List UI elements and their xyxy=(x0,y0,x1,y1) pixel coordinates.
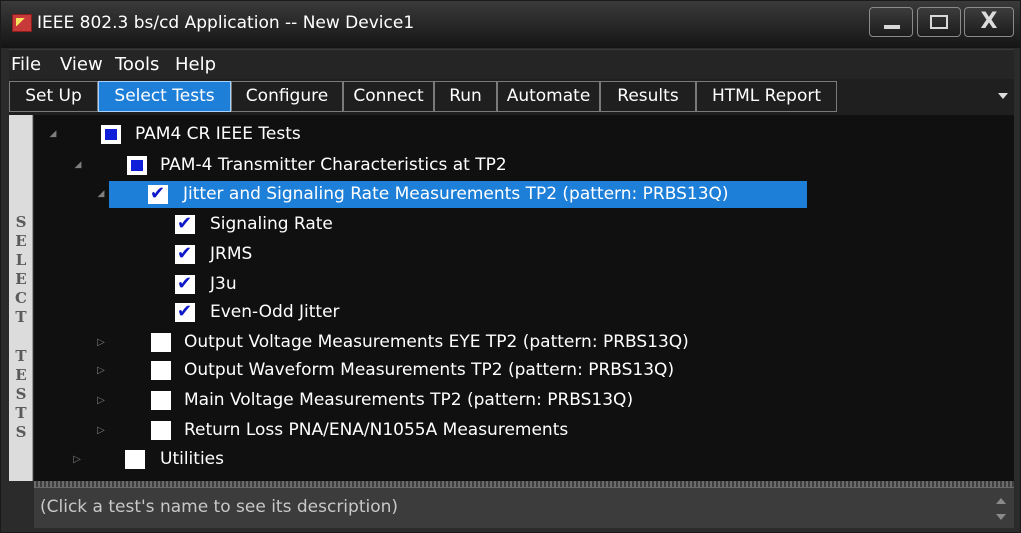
description-text: (Click a test's name to see its descript… xyxy=(40,497,399,517)
group-checkbox[interactable] xyxy=(127,156,147,175)
collapse-triangle-icon[interactable]: ◢ xyxy=(94,181,108,208)
tree-row-group[interactable]: ▷ Utilities xyxy=(34,446,1014,473)
tree-label[interactable]: PAM4 CR IEEE Tests xyxy=(135,121,301,148)
tree-row-subgroup[interactable]: ▷ Return Loss PNA/ENA/N1055A Measurement… xyxy=(34,417,1014,444)
expand-triangle-icon[interactable]: ▷ xyxy=(94,417,108,444)
test-checkbox[interactable] xyxy=(175,274,195,294)
side-label-letter: E xyxy=(15,366,27,384)
description-panel: (Click a test's name to see its descript… xyxy=(34,487,1014,528)
tree-label[interactable]: J3u xyxy=(210,271,237,298)
subgroup-checkbox[interactable] xyxy=(151,421,171,440)
tab-run[interactable]: Run xyxy=(434,81,497,112)
menu-view[interactable]: View xyxy=(60,54,103,75)
test-checkbox[interactable] xyxy=(175,214,195,234)
tree-label[interactable]: JRMS xyxy=(210,241,252,268)
subgroup-checkbox[interactable] xyxy=(151,361,171,380)
expand-triangle-icon[interactable]: ▷ xyxy=(94,357,108,384)
subgroup-checkbox[interactable] xyxy=(148,184,168,204)
tab-bar: Set Up Select Tests Configure Connect Ru… xyxy=(9,79,1014,115)
collapse-triangle-icon[interactable]: ◢ xyxy=(46,121,60,148)
tree-label[interactable]: Main Voltage Measurements TP2 (pattern: … xyxy=(184,387,633,414)
side-label-letter: L xyxy=(15,251,27,269)
tree-label[interactable]: Output Waveform Measurements TP2 (patter… xyxy=(184,357,674,384)
tab-connect[interactable]: Connect xyxy=(343,81,434,112)
tree-row-root[interactable]: ◢ PAM4 CR IEEE Tests xyxy=(34,121,1014,148)
test-tree: ◢ PAM4 CR IEEE Tests ◢ PAM-4 Transmitter… xyxy=(34,115,1014,481)
tree-row-subgroup[interactable]: ▷ Output Voltage Measurements EYE TP2 (p… xyxy=(34,329,1014,356)
tab-overflow-chevron-down-icon[interactable] xyxy=(998,93,1008,99)
title-bar[interactable]: IEEE 802.3 bs/cd Application -- New Devi… xyxy=(1,1,1020,48)
side-label-letter: T xyxy=(15,308,27,326)
side-label-letter: S xyxy=(15,213,27,231)
close-button[interactable]: X xyxy=(964,7,1014,37)
tree-row-subgroup[interactable]: ▷ Output Waveform Measurements TP2 (patt… xyxy=(34,357,1014,384)
collapse-triangle-icon[interactable]: ◢ xyxy=(71,152,85,179)
scroll-down-icon[interactable] xyxy=(996,514,1006,520)
tree-row-test[interactable]: Signaling Rate xyxy=(34,211,1014,238)
expand-triangle-icon[interactable]: ▷ xyxy=(94,387,108,414)
test-checkbox[interactable] xyxy=(175,302,195,322)
tree-label[interactable]: Signaling Rate xyxy=(210,211,333,238)
tree-row-test[interactable]: Even-Odd Jitter xyxy=(34,299,1014,326)
subgroup-checkbox[interactable] xyxy=(151,333,171,352)
menu-tools[interactable]: Tools xyxy=(115,54,159,75)
side-label-letter: T xyxy=(15,347,27,365)
tree-label[interactable]: Jitter and Signaling Rate Measurements T… xyxy=(183,181,729,208)
side-label-letter: S xyxy=(15,423,27,441)
tree-label[interactable]: Output Voltage Measurements EYE TP2 (pat… xyxy=(184,329,689,356)
menu-help[interactable]: Help xyxy=(175,54,216,75)
side-label-letter: S xyxy=(15,385,27,403)
tree-label[interactable]: Utilities xyxy=(160,446,224,473)
side-label-letter: E xyxy=(15,270,27,288)
minimize-button[interactable] xyxy=(869,7,913,37)
tree-row-test[interactable]: JRMS xyxy=(34,241,1014,268)
tree-row-test[interactable]: J3u xyxy=(34,271,1014,298)
tab-set-up[interactable]: Set Up xyxy=(9,81,98,112)
select-tests-side-label: S E L E C T T E S T S xyxy=(9,115,33,481)
tab-configure[interactable]: Configure xyxy=(231,81,343,112)
tree-label[interactable]: Return Loss PNA/ENA/N1055A Measurements xyxy=(184,417,568,444)
expand-triangle-icon[interactable]: ▷ xyxy=(70,446,84,473)
close-icon: X xyxy=(980,9,998,34)
tree-label[interactable]: Even-Odd Jitter xyxy=(210,299,340,326)
tree-row-group[interactable]: ◢ PAM-4 Transmitter Characteristics at T… xyxy=(34,152,1014,179)
side-label-letter: C xyxy=(15,289,27,307)
subgroup-checkbox[interactable] xyxy=(151,391,171,410)
side-label-letter: E xyxy=(15,232,27,250)
test-checkbox[interactable] xyxy=(175,244,195,264)
window-title: IEEE 802.3 bs/cd Application -- New Devi… xyxy=(37,13,415,33)
app-window: IEEE 802.3 bs/cd Application -- New Devi… xyxy=(0,0,1021,533)
tree-row-subgroup[interactable]: ▷ Main Voltage Measurements TP2 (pattern… xyxy=(34,387,1014,414)
group-checkbox[interactable] xyxy=(125,450,145,469)
tree-row-subgroup[interactable]: ◢ Jitter and Signaling Rate Measurements… xyxy=(34,181,1014,208)
menu-bar: File View Tools Help xyxy=(9,49,1014,80)
tab-select-tests[interactable]: Select Tests xyxy=(98,81,231,112)
tab-html-report[interactable]: HTML Report xyxy=(696,81,837,112)
expand-triangle-icon[interactable]: ▷ xyxy=(94,329,108,356)
tab-automate[interactable]: Automate xyxy=(497,81,600,112)
root-checkbox[interactable] xyxy=(101,125,121,144)
side-label-letter: T xyxy=(15,404,27,422)
menu-file[interactable]: File xyxy=(11,54,41,75)
scroll-up-icon[interactable] xyxy=(996,498,1006,504)
app-icon xyxy=(12,14,32,32)
tab-results[interactable]: Results xyxy=(600,81,696,112)
maximize-button[interactable] xyxy=(917,7,961,37)
tree-label[interactable]: PAM-4 Transmitter Characteristics at TP2 xyxy=(160,152,507,179)
